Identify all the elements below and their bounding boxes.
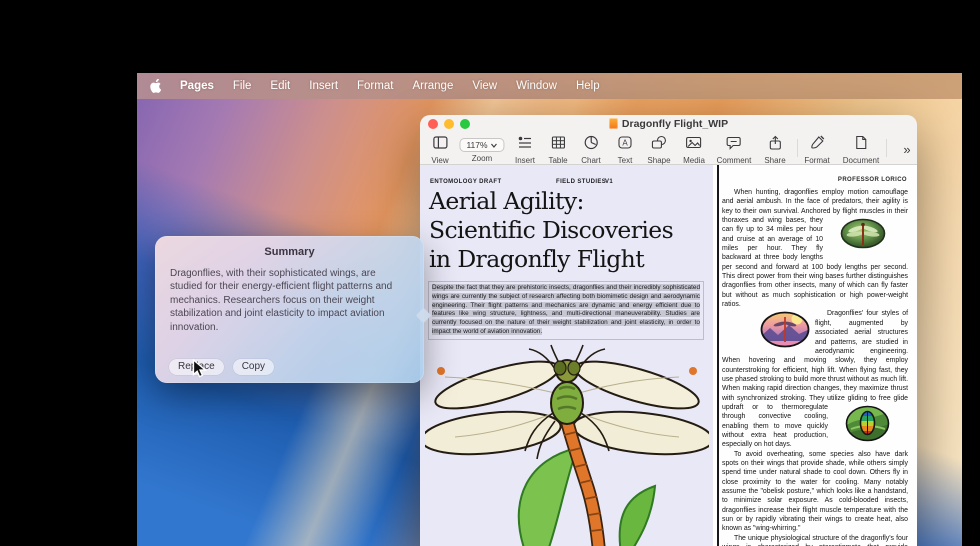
- eye-left: [554, 361, 566, 375]
- menu-item-format[interactable]: Format: [357, 80, 393, 92]
- toolbar-share-button[interactable]: Share: [764, 135, 785, 165]
- paragraph-4[interactable]: The unique physiological structure of th…: [722, 534, 908, 546]
- pie-chart-icon: [583, 135, 599, 150]
- toolbar-separator: [886, 139, 887, 157]
- screenshot-stage: Pages File Edit Insert Format Arrange Vi…: [0, 0, 980, 546]
- svg-text:A: A: [622, 139, 628, 148]
- paragraph-3[interactable]: To avoid overheating, some species also …: [722, 450, 908, 534]
- shape-icon: [650, 135, 667, 150]
- chevron-down-icon: [491, 143, 498, 148]
- toolbar-comment-button[interactable]: Comment: [717, 135, 752, 165]
- document-kicker-row: ENTOMOLOGY DRAFT FIELD STUDIES V1: [430, 179, 705, 187]
- toolbar-media-button[interactable]: Media: [683, 135, 705, 165]
- text-box-icon: A: [617, 135, 633, 150]
- toolbar-overflow-button[interactable]: »: [903, 141, 910, 159]
- insert-icon: [517, 135, 533, 150]
- toolbar-document-button[interactable]: Document: [843, 135, 879, 165]
- document-page-left[interactable]: ENTOMOLOGY DRAFT FIELD STUDIES V1 Aerial…: [420, 165, 713, 546]
- pages-window: Dragonfly Flight_WIP View 117% Zoom Inse…: [420, 115, 917, 546]
- popup-summary-text: Dragonflies, with their sophisticated wi…: [155, 258, 424, 334]
- menu-bar: Pages File Edit Insert Format Arrange Vi…: [137, 73, 962, 99]
- thorax: [551, 382, 583, 424]
- menu-item-file[interactable]: File: [233, 80, 252, 92]
- paragraph-2[interactable]: Dragonflies': [722, 309, 908, 449]
- comment-bubble-icon: [726, 135, 742, 150]
- toolbar-text-button[interactable]: A Text: [617, 135, 633, 165]
- leaf-right: [620, 486, 655, 546]
- kicker-version[interactable]: V1: [605, 179, 613, 185]
- wing-lower-right: [571, 406, 709, 460]
- wing-lower-left: [425, 406, 563, 460]
- menu-item-window[interactable]: Window: [516, 80, 557, 92]
- toolbar-table-button[interactable]: Table: [548, 135, 567, 165]
- toolbar-separator: [797, 139, 798, 157]
- apple-menu[interactable]: [149, 79, 161, 93]
- inline-image-beetle-leaves[interactable]: [833, 405, 890, 445]
- mouse-cursor: [192, 359, 207, 378]
- toolbar-chart-button[interactable]: Chart: [581, 135, 601, 165]
- toolbar-format-button[interactable]: Format: [804, 135, 829, 165]
- selected-paragraph[interactable]: Despite the fact that they are prehistor…: [432, 284, 700, 335]
- paragraph-1[interactable]: When hunting, dragonflies employ motion …: [722, 188, 908, 309]
- toolbar: View 117% Zoom Insert Table Chart: [420, 133, 917, 165]
- sidebar-view-icon: [432, 135, 448, 150]
- inline-image-dragonfly-sunset[interactable]: [748, 311, 810, 351]
- document-file-icon: [609, 118, 618, 129]
- toolbar-zoom-control[interactable]: 117% Zoom: [459, 135, 504, 163]
- eye-right: [568, 361, 580, 375]
- toolbar-view-button[interactable]: View: [431, 135, 448, 165]
- double-chevron-right-icon: »: [903, 142, 910, 157]
- apple-logo-icon: [149, 79, 161, 93]
- wing-upper-right: [571, 352, 703, 418]
- inline-image-dragonfly-green[interactable]: [828, 218, 886, 252]
- dragonfly-illustration[interactable]: [425, 341, 709, 546]
- menu-item-arrange[interactable]: Arrange: [412, 80, 453, 92]
- wing-spot-right: [689, 367, 697, 375]
- zoom-value: 117%: [466, 140, 487, 150]
- format-brush-icon: [809, 135, 825, 150]
- kicker-entomology-draft[interactable]: ENTOMOLOGY DRAFT: [430, 179, 502, 185]
- leaf-left: [519, 448, 577, 546]
- window-title: Dragonfly Flight_WIP: [420, 118, 917, 130]
- wing-spot-left: [437, 367, 445, 375]
- menu-item-view[interactable]: View: [472, 80, 497, 92]
- popup-title: Summary: [155, 236, 424, 258]
- menu-item-pages[interactable]: Pages: [180, 80, 214, 92]
- document-canvas: ENTOMOLOGY DRAFT FIELD STUDIES V1 Aerial…: [420, 165, 917, 546]
- document-body-text[interactable]: When hunting, dragonflies employ motion …: [722, 188, 908, 546]
- document-byline: PROFESSOR LORICO: [719, 177, 907, 183]
- toolbar-insert-button[interactable]: Insert: [515, 135, 535, 165]
- selected-text-box[interactable]: Despite the fact that they are prehistor…: [428, 281, 704, 340]
- wing-upper-left: [431, 352, 563, 418]
- menu-item-edit[interactable]: Edit: [270, 80, 290, 92]
- document-page-icon: [854, 135, 868, 150]
- toolbar-shape-button[interactable]: Shape: [647, 135, 670, 165]
- menu-item-insert[interactable]: Insert: [309, 80, 338, 92]
- share-icon: [767, 135, 783, 150]
- menu-item-help[interactable]: Help: [576, 80, 600, 92]
- window-title-bar: Dragonfly Flight_WIP: [420, 115, 917, 133]
- document-page-right[interactable]: PROFESSOR LORICO When hunting, dragonfli…: [719, 165, 917, 546]
- document-headline[interactable]: Aerial Agility: Scientific Discoveries i…: [429, 187, 711, 274]
- copy-button[interactable]: Copy: [233, 359, 274, 375]
- kicker-field-studies[interactable]: FIELD STUDIES: [556, 179, 606, 185]
- media-image-icon: [685, 135, 702, 150]
- desktop-wallpaper: Pages File Edit Insert Format Arrange Vi…: [137, 73, 962, 546]
- table-icon: [550, 135, 566, 150]
